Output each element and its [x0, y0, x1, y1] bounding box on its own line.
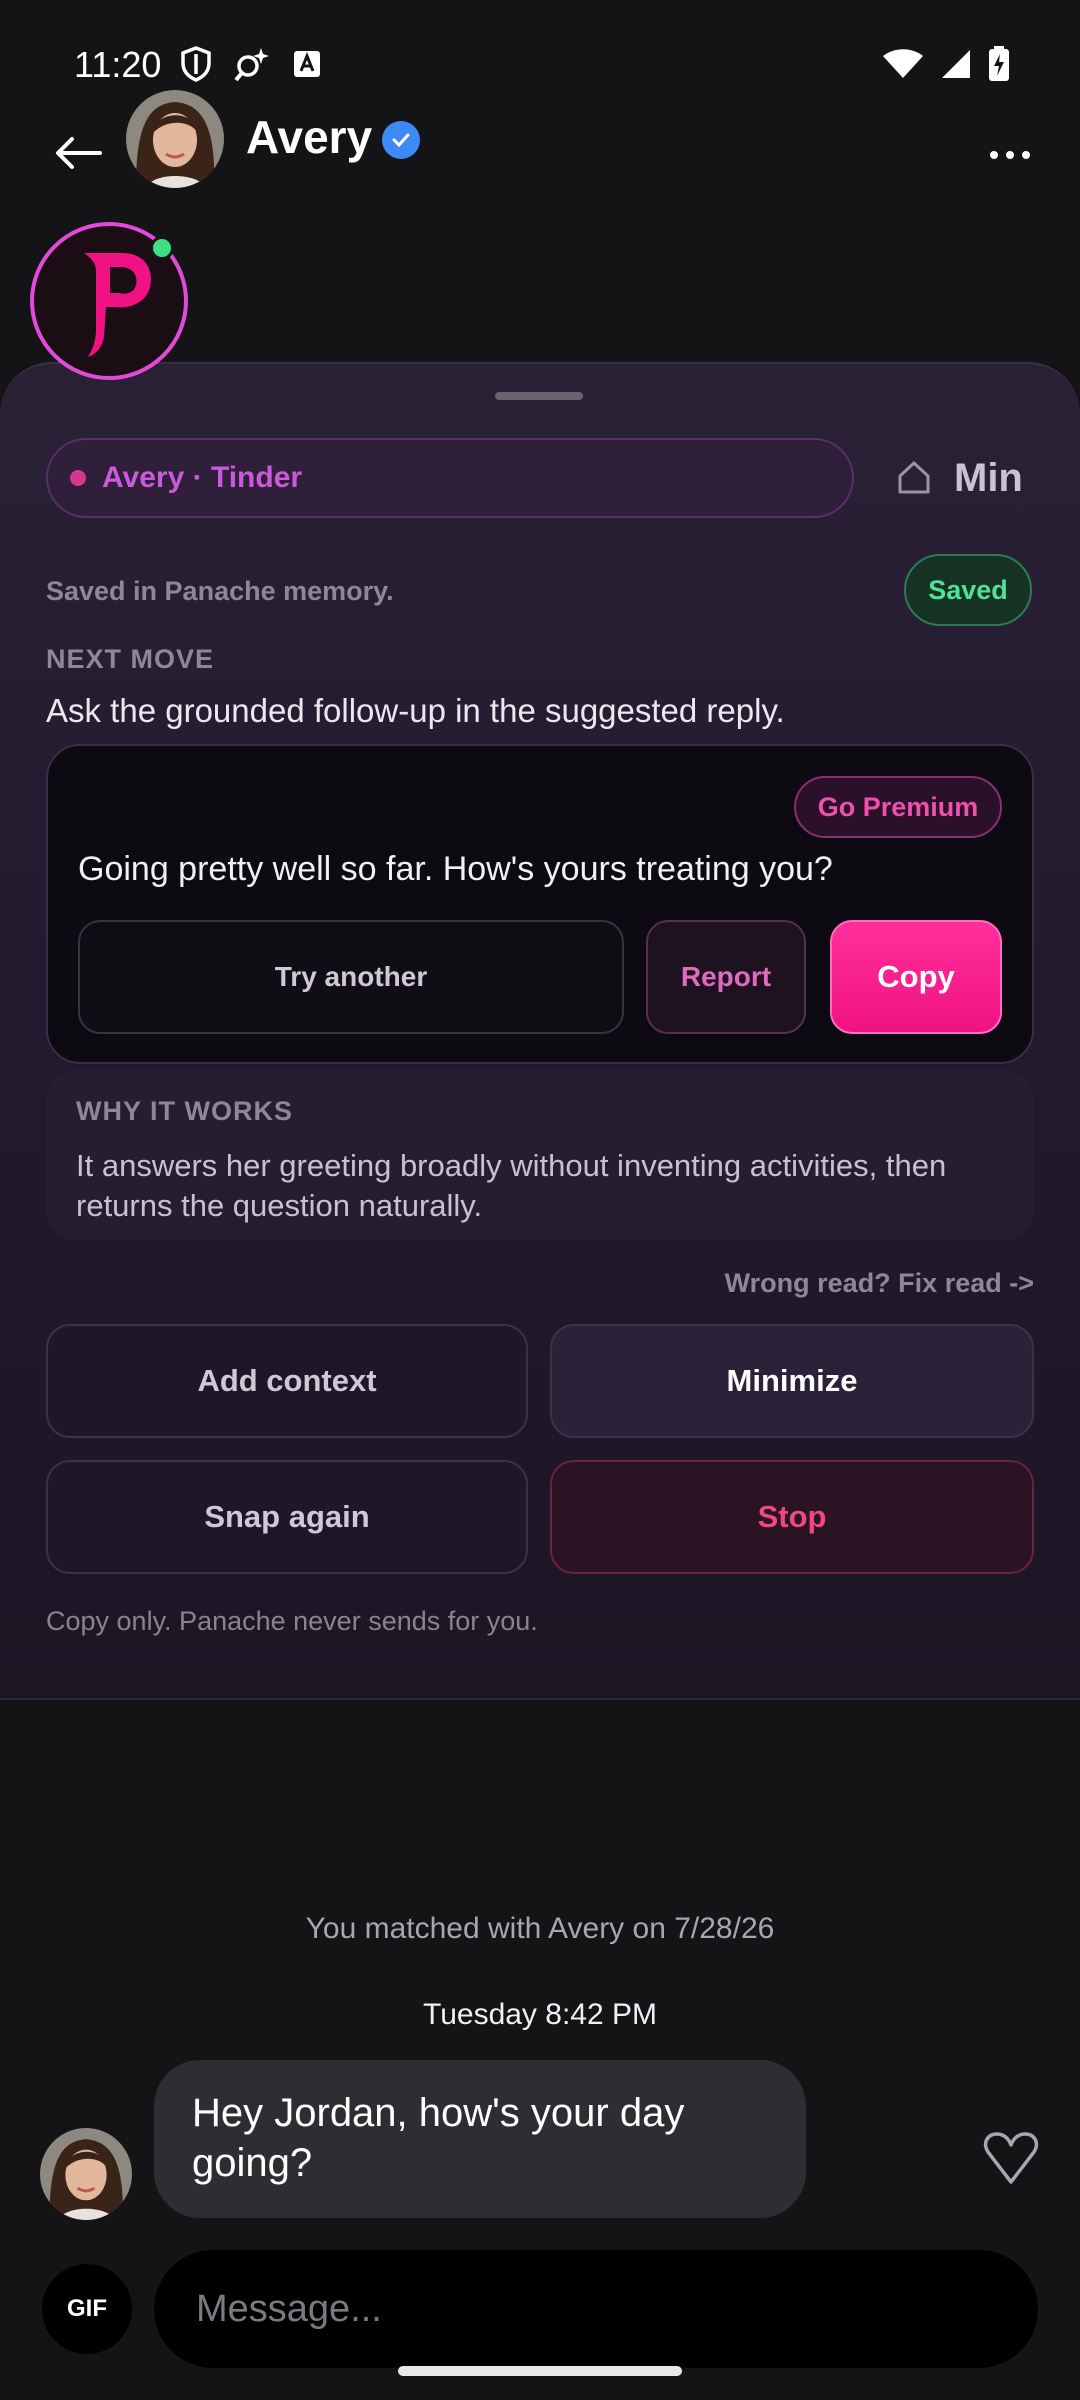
font-icon [294, 51, 320, 77]
sheet-grabber[interactable] [495, 392, 583, 400]
contact-name[interactable]: Avery [246, 110, 372, 164]
next-move-text: Ask the grounded follow-up in the sugges… [46, 692, 785, 729]
online-indicator [150, 236, 174, 260]
copy-button[interactable]: Copy [830, 920, 1002, 1034]
message-date: Tuesday 8:42 PM [422, 1998, 657, 2031]
back-arrow-icon [56, 137, 102, 169]
context-pill[interactable]: Avery · Tinder [46, 438, 854, 518]
fix-read-link[interactable]: Wrong read? Fix read -> [725, 1268, 1034, 1299]
home-indicator[interactable] [398, 2366, 682, 2376]
snap-again-button[interactable]: Snap again [46, 1460, 528, 1574]
minimize-link[interactable]: Min [954, 456, 1023, 501]
home-icon[interactable] [894, 458, 934, 498]
avatar-photo [126, 90, 224, 188]
suggested-reply-text: Going pretty well so far. How's yours tr… [78, 850, 833, 888]
stop-button[interactable]: Stop [550, 1460, 1034, 1574]
report-button[interactable]: Report [646, 920, 806, 1034]
signal-icon [942, 50, 970, 78]
assistant-sheet: Avery · Tinder Min Saved in Panache memo… [0, 362, 1080, 1700]
context-label: Avery · Tinder [102, 461, 303, 494]
shield-icon [181, 46, 211, 82]
more-options-icon[interactable] [982, 140, 1038, 170]
why-it-works-card: WHY IT WORKS It answers her greeting bro… [46, 1070, 1034, 1240]
back-button[interactable] [50, 128, 106, 178]
next-move-heading: NEXT MOVE [46, 644, 215, 674]
match-info: You matched with Avery on 7/28/26 [305, 1912, 775, 1945]
why-heading: WHY IT WORKS [76, 1096, 293, 1126]
status-time: 11:20 [74, 44, 162, 85]
avatar-photo [40, 2128, 132, 2220]
heart-icon[interactable] [982, 2130, 1040, 2188]
minimize-button[interactable]: Minimize [550, 1324, 1034, 1438]
wifi-icon [883, 49, 923, 78]
status-icons-left [180, 46, 322, 82]
search-sparkle-icon [234, 48, 269, 82]
message-bubble[interactable]: Hey Jordan, how's your day going? [154, 2060, 806, 2218]
panache-p-icon [84, 253, 151, 357]
verified-badge-icon [382, 121, 420, 159]
add-context-button[interactable]: Add context [46, 1324, 528, 1438]
footer-note: Copy only. Panache never sends for you. [46, 1606, 538, 1636]
avatar[interactable] [126, 90, 224, 188]
saved-note: Saved in Panache memory. [46, 576, 394, 606]
avatar[interactable] [40, 2128, 132, 2220]
gif-button[interactable]: GIF [42, 2264, 132, 2354]
battery-charging-icon [989, 46, 1009, 81]
context-dot [70, 470, 86, 486]
go-premium-button[interactable]: Go Premium [794, 776, 1002, 838]
status-icons-right [882, 46, 1010, 82]
why-text: It answers her greeting broadly without … [76, 1148, 947, 1223]
saved-badge: Saved [904, 554, 1032, 626]
message-input[interactable] [154, 2250, 1038, 2368]
suggested-reply-card: Go Premium Going pretty well so far. How… [46, 744, 1034, 1064]
try-another-button[interactable]: Try another [78, 920, 624, 1034]
